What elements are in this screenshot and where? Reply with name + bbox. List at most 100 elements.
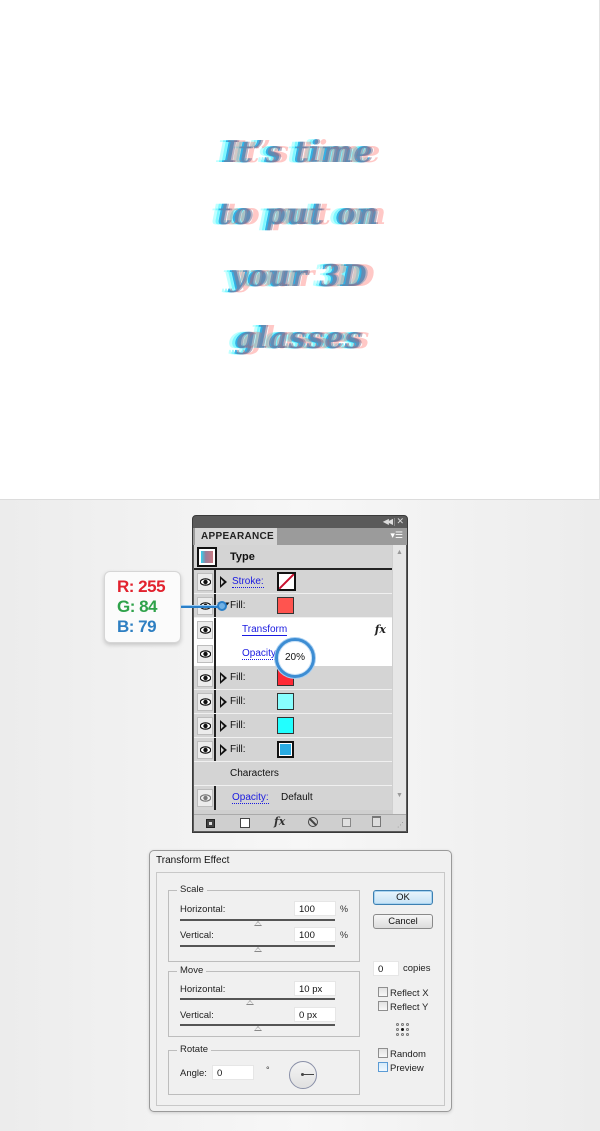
rotate-group: Rotate Angle: 0 °: [168, 1044, 360, 1095]
panel-tabbar: APPEARANCE ▾☰: [193, 528, 407, 545]
scale-vertical-input[interactable]: 100: [294, 927, 336, 942]
visibility-toggle[interactable]: [197, 573, 213, 591]
appearance-row-opacity-default[interactable]: Opacity: Default: [194, 786, 392, 810]
close-panel-icon[interactable]: ✕: [396, 516, 404, 527]
tab-appearance[interactable]: APPEARANCE: [195, 528, 277, 545]
appearance-row-fill-5[interactable]: Fill:: [194, 738, 392, 762]
art-layer-main: It’s time: [224, 135, 376, 170]
slider-thumb[interactable]: [254, 947, 262, 952]
add-new-fill-icon[interactable]: [240, 818, 250, 828]
reflect-y-label: Reflect Y: [390, 1002, 429, 1013]
random-checkbox[interactable]: Random: [378, 1048, 426, 1060]
callout-connector-line: [181, 605, 221, 608]
expand-triangle-icon[interactable]: [220, 720, 227, 732]
move-horizontal-slider[interactable]: [180, 998, 335, 1005]
scale-horizontal-slider[interactable]: [180, 919, 335, 926]
appearance-row-fill-4[interactable]: Fill:: [194, 714, 392, 738]
appearance-row-characters[interactable]: Characters: [194, 762, 392, 786]
move-group: Move Horizontal: 10 px Vertical: 0 px: [168, 965, 360, 1037]
fill-label[interactable]: Fill:: [230, 744, 246, 755]
expand-triangle-icon[interactable]: [220, 672, 227, 684]
visibility-column: [194, 642, 216, 666]
visibility-toggle[interactable]: [197, 645, 213, 663]
opacity-value: Default: [281, 792, 313, 803]
panel-menu-icon[interactable]: ▾☰: [390, 530, 403, 541]
copies-input[interactable]: 0: [373, 961, 399, 976]
visibility-toggle[interactable]: [197, 621, 213, 639]
panel-scrollbar[interactable]: ▲ ▼: [392, 545, 406, 815]
stroke-none-swatch[interactable]: [277, 572, 296, 591]
checkbox-box[interactable]: [378, 1048, 388, 1058]
ok-button[interactable]: OK: [373, 890, 433, 905]
add-new-effect-icon[interactable]: fx: [274, 815, 285, 828]
fill-label[interactable]: Fill:: [230, 672, 246, 683]
scale-horizontal-input[interactable]: 100: [294, 901, 336, 916]
scale-vertical-slider[interactable]: [180, 945, 335, 952]
move-horizontal-input[interactable]: 10 px: [294, 981, 336, 996]
expand-triangle-icon[interactable]: [220, 744, 227, 756]
reflect-x-checkbox[interactable]: Reflect X: [378, 987, 429, 999]
reflect-y-checkbox[interactable]: Reflect Y: [378, 1001, 428, 1013]
slider-thumb[interactable]: [246, 1000, 254, 1005]
rgb-green-value: G: 84: [117, 597, 158, 616]
slider-thumb[interactable]: [254, 921, 262, 926]
dialog-body: Scale Horizontal: 100 % Vertical: 100 % …: [156, 872, 445, 1106]
art-layer-main: to put on: [218, 197, 382, 232]
fill-label[interactable]: Fill:: [230, 696, 246, 707]
move-vertical-slider[interactable]: [180, 1024, 335, 1031]
angle-dial[interactable]: [289, 1061, 317, 1089]
opacity-value-highlight[interactable]: 20%: [275, 638, 315, 678]
expand-triangle-icon[interactable]: [220, 696, 227, 708]
eye-icon: [200, 626, 211, 634]
art-layer-main: glasses: [235, 321, 365, 356]
angle-input[interactable]: 0: [212, 1065, 254, 1080]
transform-effect-link[interactable]: Transform: [242, 624, 288, 636]
scroll-down-icon[interactable]: ▼: [396, 792, 403, 799]
expand-triangle-icon[interactable]: [220, 576, 227, 588]
visibility-toggle[interactable]: [197, 669, 213, 687]
visibility-toggle[interactable]: [197, 789, 213, 807]
fill-swatch[interactable]: [277, 717, 294, 734]
rgb-callout: R: 255 G: 84 B: 79: [104, 571, 181, 643]
delete-item-icon[interactable]: [372, 816, 381, 827]
appearance-row-fill-3[interactable]: Fill:: [194, 690, 392, 714]
fill-label[interactable]: Fill:: [230, 600, 246, 611]
move-horizontal-label: Horizontal:: [180, 984, 226, 995]
eye-icon: [200, 722, 211, 730]
move-vertical-label: Vertical:: [180, 1010, 214, 1021]
visibility-column: [194, 714, 216, 737]
clear-appearance-icon[interactable]: [308, 817, 318, 827]
fill-swatch[interactable]: [277, 693, 294, 710]
move-vertical-input[interactable]: 0 px: [294, 1007, 336, 1022]
checkbox-box[interactable]: [378, 1001, 388, 1011]
fill-swatch-selected[interactable]: [277, 741, 294, 758]
opacity-link[interactable]: Opacity:: [232, 792, 269, 804]
characters-label[interactable]: Characters: [230, 768, 279, 779]
slider-thumb[interactable]: [254, 1026, 262, 1031]
scroll-up-icon[interactable]: ▲: [396, 549, 403, 556]
scale-group-label: Scale: [177, 884, 207, 895]
checkbox-box[interactable]: [378, 1062, 388, 1072]
preview-checkbox[interactable]: Preview: [378, 1062, 424, 1074]
add-new-stroke-icon[interactable]: [206, 819, 215, 828]
duplicate-item-icon[interactable]: [342, 818, 351, 827]
opacity-link[interactable]: Opacity:: [242, 648, 279, 660]
eye-icon: [200, 578, 211, 586]
fill-label[interactable]: Fill:: [230, 720, 246, 731]
checkbox-box[interactable]: [378, 987, 388, 997]
stroke-label[interactable]: Stroke:: [232, 576, 264, 588]
cancel-button[interactable]: Cancel: [373, 914, 433, 929]
appearance-row-stroke[interactable]: Stroke:: [194, 570, 392, 594]
reference-point-locator[interactable]: [396, 1023, 410, 1037]
visibility-toggle[interactable]: [197, 717, 213, 735]
visibility-toggle[interactable]: [197, 693, 213, 711]
object-type-title: Type: [230, 551, 255, 563]
fill-swatch[interactable]: [277, 597, 294, 614]
fx-icon[interactable]: fx: [375, 623, 386, 636]
visibility-toggle[interactable]: [197, 741, 213, 759]
art-layer-main: your 3D: [230, 259, 370, 294]
collapse-panel-icon[interactable]: ◀◀: [383, 517, 393, 526]
random-label: Random: [390, 1049, 426, 1060]
eye-icon: [200, 698, 211, 706]
resize-grip-icon[interactable]: ⋰: [397, 821, 404, 829]
